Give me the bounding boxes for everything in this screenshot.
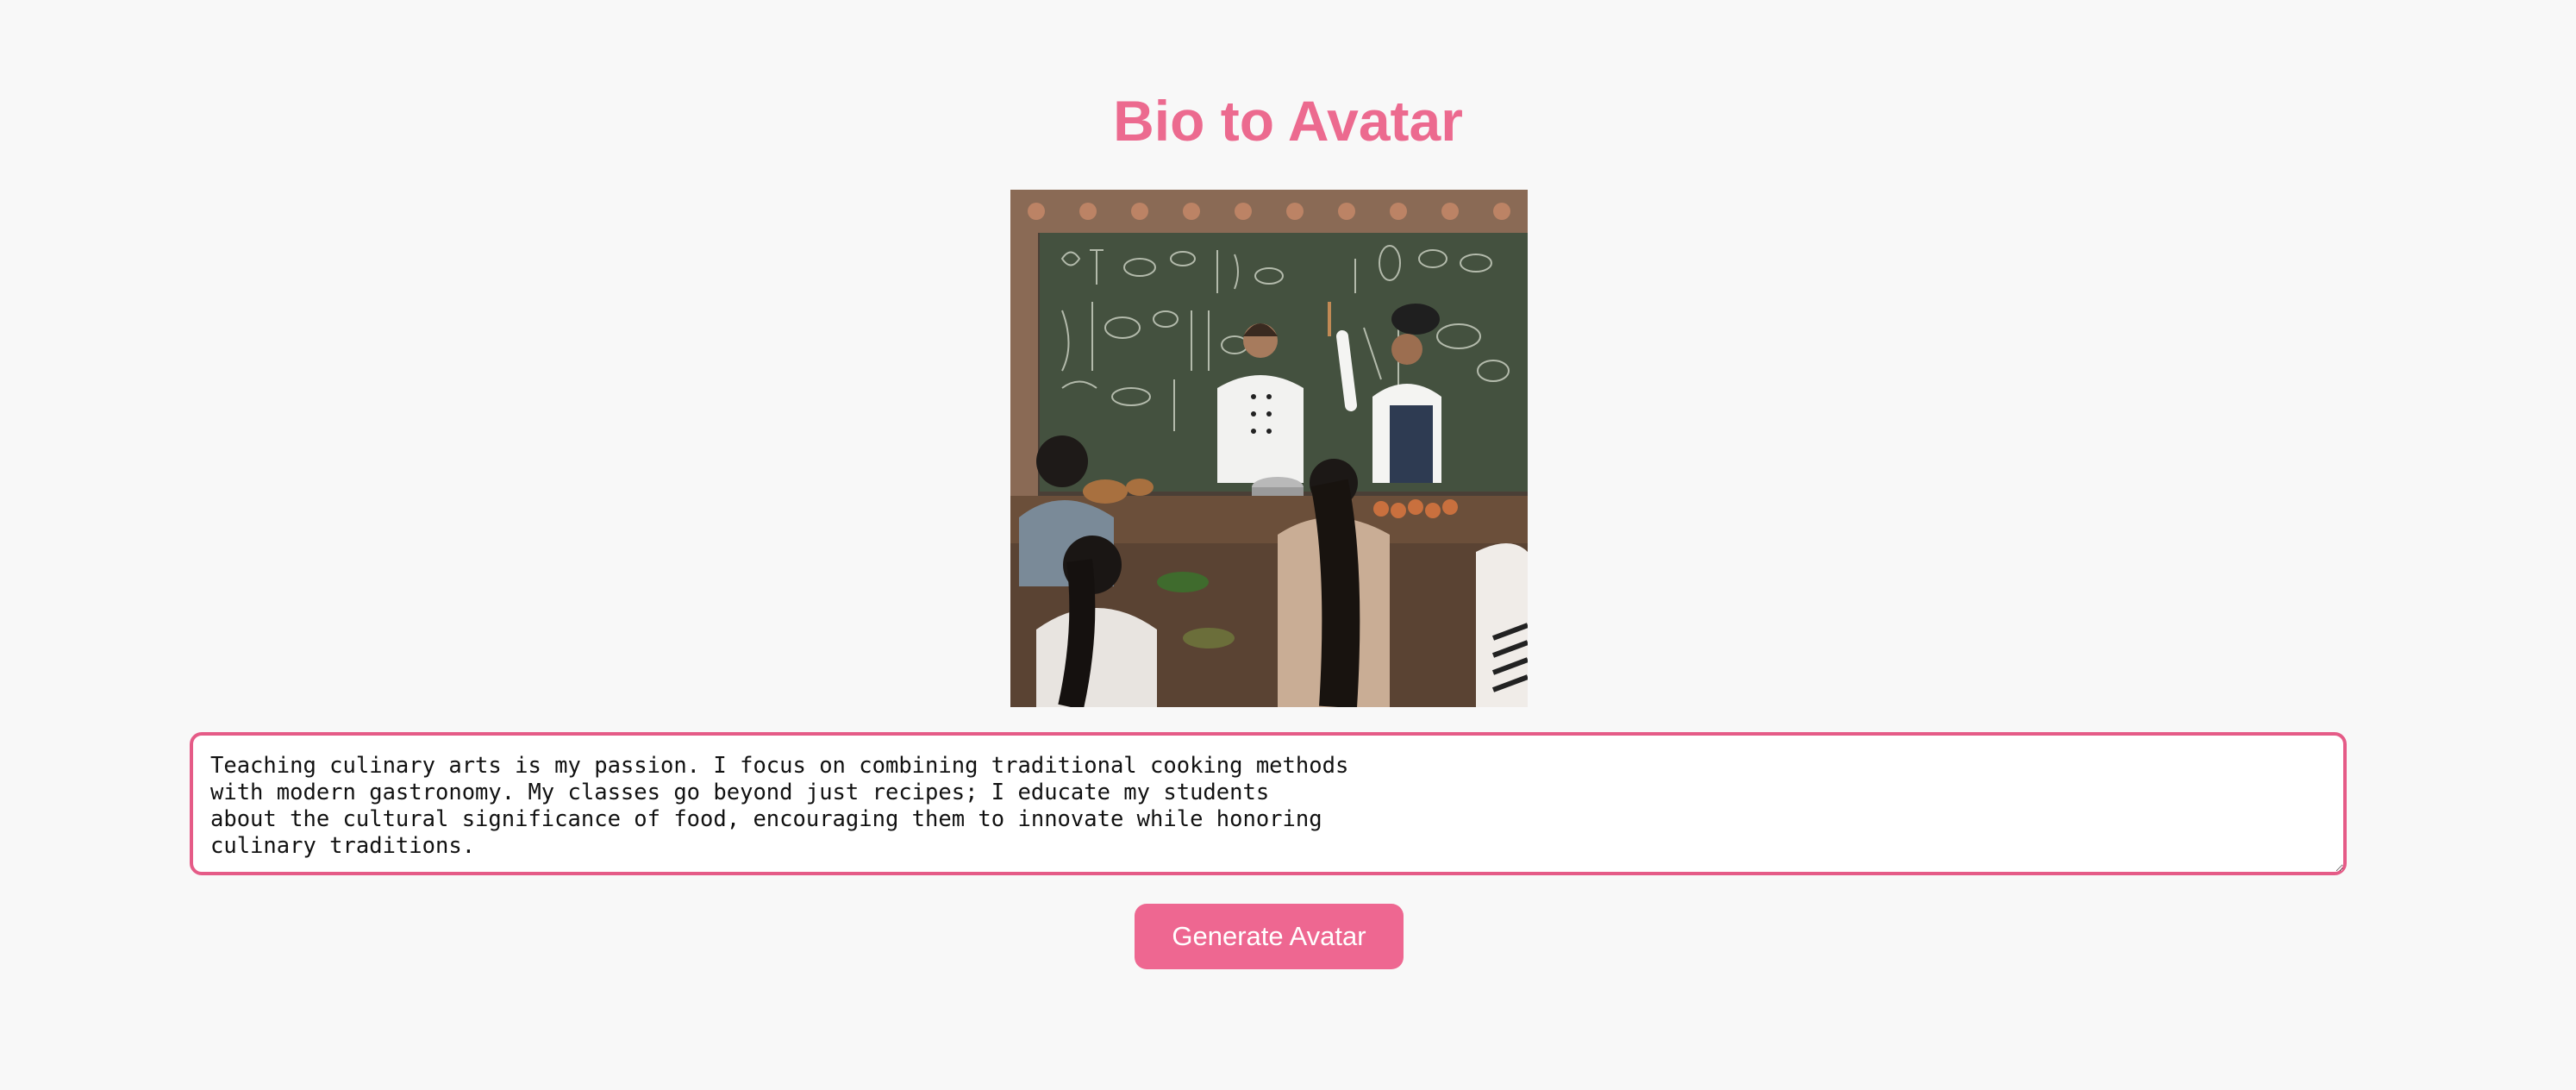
generate-avatar-button[interactable]: Generate Avatar	[1135, 904, 1404, 969]
page-title: Bio to Avatar	[1113, 89, 1463, 153]
avatar-image	[1010, 190, 1528, 707]
bio-input[interactable]	[190, 732, 2347, 875]
page: Bio to Avatar Teaching culinary arts is …	[0, 0, 2576, 1090]
avatar-illustration	[1010, 190, 1528, 707]
